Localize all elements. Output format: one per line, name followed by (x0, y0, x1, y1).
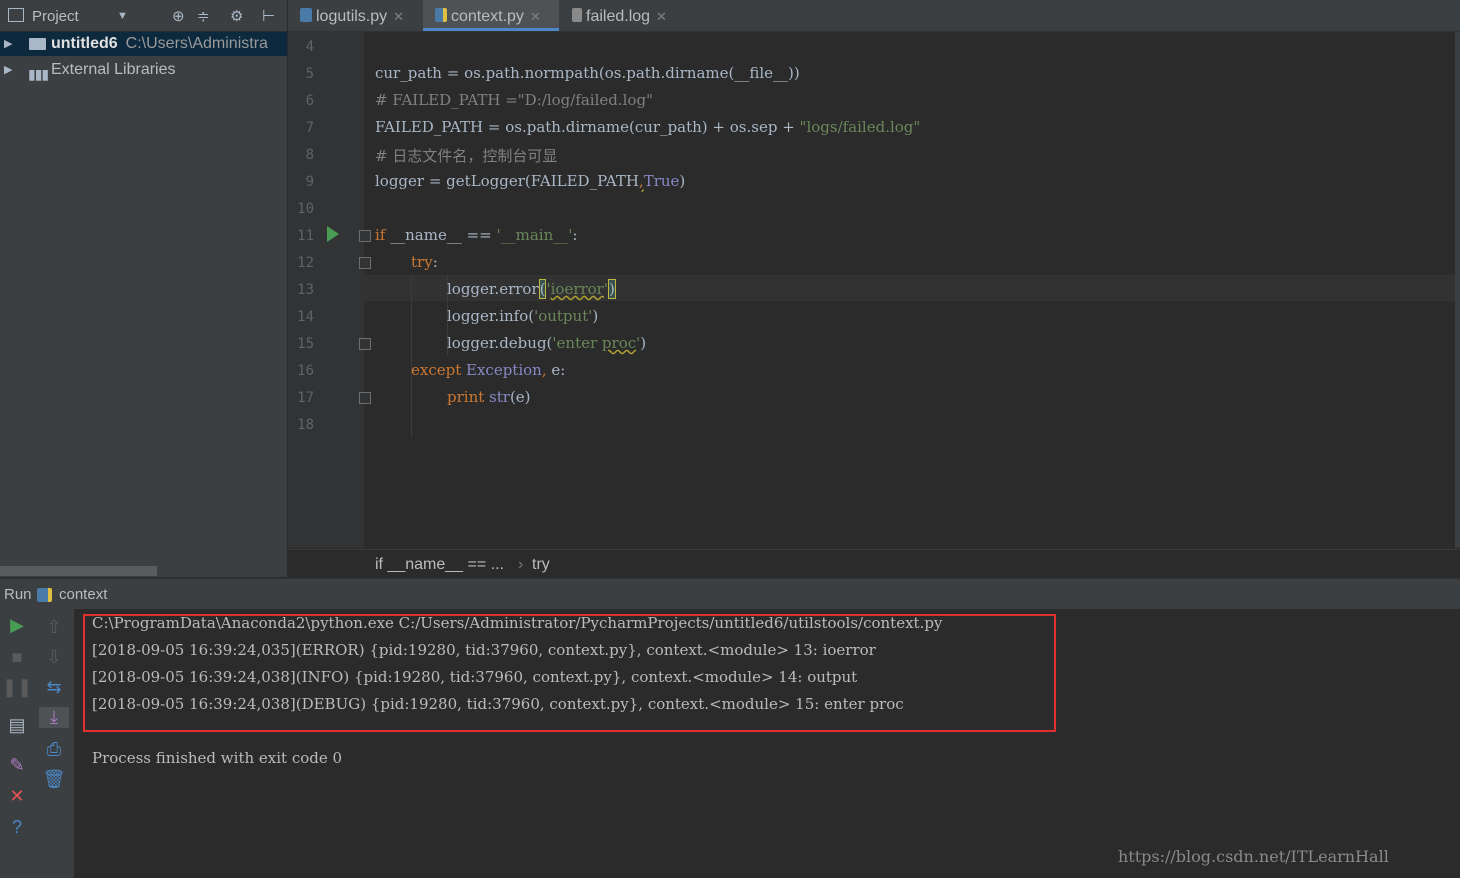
line-number: 13 (297, 282, 314, 298)
scroll-to-end-icon[interactable]: ⤓ (39, 707, 69, 728)
soft-wrap-icon[interactable]: ⇆ (39, 677, 69, 698)
code-line-11: if __name__ == '__main__': (375, 226, 578, 244)
project-title[interactable]: Project (32, 8, 79, 25)
run-gutter-icon[interactable] (327, 226, 339, 242)
text-file-icon (572, 8, 582, 23)
expand-arrow-icon[interactable]: ▶ (4, 32, 12, 56)
tree-item-untitled6[interactable]: ▶ untitled6 C:\Users\Administra (0, 32, 287, 56)
tab-label: logutils.py (316, 8, 388, 25)
vertical-scrollbar[interactable] (1455, 32, 1460, 548)
indent-guide (411, 275, 412, 437)
code-line-5: cur_path = os.path.normpath(os.path.dirn… (375, 64, 800, 82)
run-config-name[interactable]: context (59, 579, 107, 611)
locate-icon[interactable]: ⊕ (172, 7, 185, 25)
line-number: 15 (297, 336, 314, 352)
run-toolbar-secondary: ⇧ ⇩ ⇆ ⤓ ⎙ 🗑 (34, 609, 75, 878)
watermark: https://blog.csdn.net/ITLearnHall (1118, 847, 1389, 866)
stop-icon[interactable]: ■ (2, 647, 32, 668)
line-number: 8 (305, 147, 314, 163)
collapse-all-icon[interactable]: ≑ (197, 7, 210, 25)
hide-panel-icon[interactable]: ⊢ (262, 7, 275, 25)
code-line-9: logger = getLogger(FAILED_PATH,True) (375, 172, 686, 190)
trash-icon[interactable]: 🗑 (39, 769, 69, 790)
close-run-icon[interactable]: ✕ (2, 786, 32, 807)
line-number: 10 (297, 201, 314, 217)
line-number: 5 (305, 66, 314, 82)
line-number: 17 (297, 390, 314, 406)
tab-label: failed.log (586, 8, 651, 25)
python-file-icon (435, 8, 447, 23)
code-line-8: # 日志文件名，控制台可显 (375, 147, 558, 165)
breadcrumb-item[interactable]: try (532, 550, 550, 580)
project-path: C:\Users\Administra (125, 35, 268, 52)
breadcrumb: if __name__ == ... › try (288, 549, 1460, 579)
expand-arrow-icon[interactable]: ▶ (4, 58, 12, 82)
run-window-header: Run context (0, 578, 1460, 609)
folder-icon (29, 38, 46, 50)
pause-icon[interactable]: ❚❚ (2, 677, 32, 698)
python-icon (37, 588, 52, 602)
project-tree: ▶ untitled6 C:\Users\Administra ▶ ▮▮▮ Ext… (0, 32, 287, 577)
fold-marker-icon[interactable] (359, 230, 371, 242)
highlight-box (83, 614, 1056, 732)
line-number: 6 (305, 93, 314, 109)
code-line-6: # FAILED_PATH ="D:/log/failed.log" (375, 91, 653, 109)
line-number: 4 (305, 39, 314, 55)
fold-marker-icon[interactable] (359, 257, 371, 269)
arrow-down-icon[interactable]: ⇩ (39, 647, 69, 668)
code-line-16: except Exception, e: (411, 361, 566, 379)
horizontal-scrollbar[interactable] (0, 566, 157, 576)
tab-failed-log[interactable]: failed.log ✕ (560, 0, 684, 31)
line-number: 7 (305, 120, 314, 136)
fold-marker-icon[interactable] (359, 392, 371, 404)
arrow-up-icon[interactable]: ⇧ (39, 617, 69, 638)
code-line-7: FAILED_PATH = os.path.dirname(cur_path) … (375, 118, 921, 136)
layout-icon[interactable]: ▤ (2, 715, 32, 736)
close-icon[interactable]: ✕ (530, 9, 541, 24)
tab-context[interactable]: context.py ✕ (423, 0, 559, 31)
code-line-13: logger.error('ioerror') (447, 279, 616, 299)
line-number: 14 (297, 309, 314, 325)
rerun-icon[interactable]: ▶ (2, 615, 32, 636)
process-finished-line: Process finished with exit code 0 (92, 749, 343, 767)
line-number: 18 (297, 417, 314, 433)
pin-icon[interactable]: ✎ (2, 755, 32, 776)
run-toolbar-primary: ▶ ■ ❚❚ ▤ ✎ ✕ ? (0, 609, 34, 878)
line-number: 12 (297, 255, 314, 271)
code-line-17: print str(e) (447, 388, 531, 406)
run-label[interactable]: Run (4, 579, 32, 611)
line-number: 9 (305, 174, 314, 190)
tab-logutils[interactable]: logutils.py ✕ (288, 0, 422, 31)
tab-label: context.py (451, 8, 524, 25)
fold-marker-icon[interactable] (359, 338, 371, 350)
line-number: 16 (297, 363, 314, 379)
close-icon[interactable]: ✕ (393, 9, 404, 24)
chevron-down-icon[interactable]: ▼ (117, 10, 128, 22)
library-icon: ▮▮▮ (28, 66, 49, 82)
code-line-14: logger.info('output') (447, 307, 599, 325)
code-line-12: try: (411, 253, 438, 271)
help-icon[interactable]: ? (2, 817, 32, 838)
line-number: 11 (297, 228, 314, 244)
code-line-15: logger.debug('enter proc') (447, 334, 647, 352)
tree-label: External Libraries (51, 61, 176, 78)
breadcrumb-item[interactable]: if __name__ == ... (375, 550, 504, 580)
close-icon[interactable]: ✕ (656, 9, 667, 24)
project-icon (8, 8, 24, 22)
gear-icon[interactable]: ⚙ (230, 7, 243, 25)
project-panel-header: Project ▼ ⊕ ≑ ⚙ ⊢ (0, 0, 287, 32)
editor-tabs: logutils.py ✕ context.py ✕ failed.log ✕ (288, 0, 1460, 32)
project-name: untitled6 (51, 35, 118, 52)
tree-item-external-libraries[interactable]: ▶ ▮▮▮ External Libraries (0, 58, 287, 82)
print-icon[interactable]: ⎙ (39, 739, 69, 760)
python-file-icon (300, 8, 312, 23)
chevron-right-icon: › (518, 556, 524, 573)
